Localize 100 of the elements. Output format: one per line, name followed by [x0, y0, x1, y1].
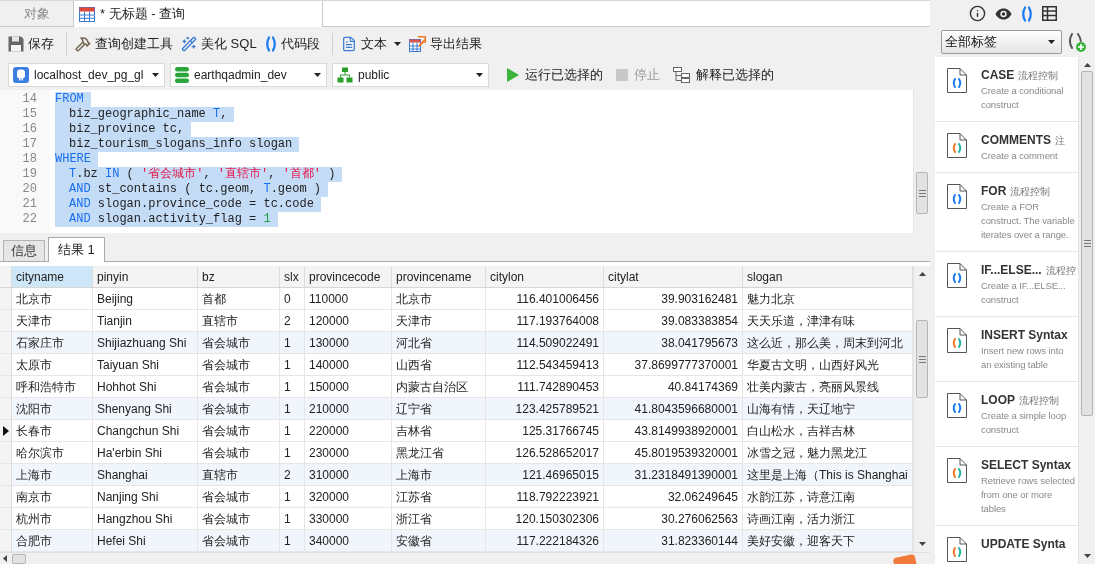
save-button[interactable]: 保存: [6, 31, 56, 56]
snippet-title: FOR: [981, 183, 1007, 200]
table-cell: 黑龙江省: [392, 442, 486, 463]
grid-icon[interactable]: [1041, 6, 1057, 21]
table-cell: 上海市: [12, 464, 93, 485]
save-icon: [8, 35, 24, 52]
parentheses-icon[interactable]: [1020, 5, 1033, 22]
table-cell: 2: [280, 464, 305, 485]
vertical-scrollbar[interactable]: [1078, 57, 1095, 564]
snippet-item[interactable]: CASE 流程控制 Create a conditional construct: [935, 57, 1078, 122]
snippet-description: Insert new rows into an existing table: [981, 344, 1065, 372]
scroll-thumb[interactable]: [1081, 71, 1093, 416]
table-cell: 39.903162481: [604, 288, 743, 309]
table-cell: 首都: [198, 288, 280, 309]
table-cell: 石家庄市: [12, 332, 93, 353]
query-builder-button[interactable]: 查询创建工具: [73, 31, 175, 56]
snippet-item[interactable]: COMMENTS 注 Create a comment: [935, 122, 1078, 173]
table-cell: 省会城市: [198, 486, 280, 507]
snippet-item[interactable]: LOOP 流程控制 Create a simple loop construct: [935, 382, 1078, 447]
table-cell: 310000: [305, 464, 392, 485]
tree-diagram-icon: [673, 66, 690, 83]
table-cell: 呼和浩特市: [12, 376, 93, 397]
column-header[interactable]: slx: [280, 266, 305, 287]
caret-icon: [1048, 40, 1055, 44]
snippet-item[interactable]: IF...ELSE... 流程控 Create a IF...ELSE... construct: [935, 252, 1078, 317]
hierarchy-icon: [337, 66, 353, 83]
snippet-description: Create a comment: [981, 149, 1059, 163]
caret-icon: [152, 72, 159, 77]
row-header[interactable]: [0, 420, 12, 441]
table-cell: Hangzhou Shi: [93, 508, 198, 529]
table-cell: 河北省: [392, 332, 486, 353]
table-cell: 杭州市: [12, 508, 93, 529]
table-cell: 吉林省: [392, 420, 486, 441]
table-cell: 省会城市: [198, 420, 280, 441]
down-arrow-icon[interactable]: [1083, 554, 1091, 558]
scroll-thumb[interactable]: [12, 553, 26, 564]
table-cell: 40.84174369: [604, 376, 743, 397]
info-icon[interactable]: [968, 5, 986, 22]
result-tab[interactable]: 结果 1: [48, 237, 105, 262]
code-snippet-button[interactable]: 代码段: [262, 31, 322, 56]
table-cell: 安徽省: [392, 530, 486, 551]
table-cell: 1: [280, 420, 305, 441]
snippet-description: Retrieve rows selected from one or more tables: [981, 474, 1076, 516]
scroll-thumb[interactable]: [916, 172, 928, 214]
table-cell: 1: [280, 486, 305, 507]
line-number: 22: [22, 212, 37, 227]
schema-dropdown[interactable]: public: [332, 62, 489, 87]
stop-icon: [616, 68, 628, 81]
parentheses-icon: [264, 35, 277, 52]
up-arrow-icon[interactable]: [1083, 63, 1091, 67]
line-number: 18: [22, 152, 37, 167]
table-cell: 北京市: [392, 288, 486, 309]
column-header[interactable]: cityname: [12, 266, 93, 287]
table-cell: 130000: [305, 332, 392, 353]
database-dropdown[interactable]: earthqadmin_dev: [170, 62, 327, 87]
column-header[interactable]: bz: [198, 266, 280, 287]
table-cell: 省会城市: [198, 398, 280, 419]
left-arrow-icon[interactable]: [3, 555, 7, 562]
result-tab[interactable]: 信息: [3, 240, 45, 261]
table-cell: 太原市: [12, 354, 93, 375]
column-header[interactable]: citylat: [604, 266, 743, 287]
table-cell: 合肥市: [12, 530, 93, 551]
up-arrow-icon[interactable]: [918, 272, 926, 276]
explain-selected-button[interactable]: 解释已选择的: [671, 62, 776, 87]
snippet-tag: 流程控制: [1019, 392, 1059, 409]
table-cell: 32.06249645: [604, 486, 743, 507]
column-header[interactable]: provincecode: [305, 266, 392, 287]
text-view-button[interactable]: 文本: [338, 31, 403, 56]
snippet-item[interactable]: INSERT Syntax Insert new rows into an existing table: [935, 317, 1078, 382]
magic-wand-icon: [181, 35, 197, 52]
table-cell: Changchun Shi: [93, 420, 198, 441]
table-cell: 114.509022491: [486, 332, 604, 353]
connection-dropdown[interactable]: localhost_dev_pg_gl: [8, 62, 165, 87]
table-cell: 30.276062563: [604, 508, 743, 529]
beautify-sql-button[interactable]: 美化 SQL: [179, 31, 259, 56]
export-results-button[interactable]: 导出结果: [406, 31, 484, 56]
table-cell: 120.150302306: [486, 508, 604, 529]
column-header[interactable]: citylon: [486, 266, 604, 287]
eye-icon[interactable]: [994, 7, 1012, 20]
table-cell: 31.823360144: [604, 530, 743, 551]
vertical-scrollbar[interactable]: [913, 266, 930, 552]
hammer-icon: [75, 35, 91, 52]
add-snippet-icon[interactable]: [1067, 32, 1086, 52]
table-cell: 上海市: [392, 464, 486, 485]
table-cell: 0: [280, 288, 305, 309]
document-tab[interactable]: * 无标题 - 查询: [73, 1, 323, 27]
column-header[interactable]: pinyin: [93, 266, 198, 287]
table-cell: 116.401006456: [486, 288, 604, 309]
snippet-description: Create a conditional construct: [981, 84, 1065, 112]
run-selected-button[interactable]: 运行已选择的: [505, 62, 605, 87]
snippet-item[interactable]: UPDATE Synta: [935, 526, 1078, 564]
table-cell: 320000: [305, 486, 392, 507]
table-cell: 38.041795673: [604, 332, 743, 353]
scroll-thumb[interactable]: [916, 320, 928, 398]
column-header[interactable]: provincename: [392, 266, 486, 287]
tag-filter-dropdown[interactable]: 全部标签: [941, 30, 1062, 54]
caret-icon: [393, 41, 401, 46]
down-arrow-icon[interactable]: [918, 542, 926, 546]
horizontal-scrollbar[interactable]: [0, 552, 930, 564]
table-cell: 117.193764008: [486, 310, 604, 331]
